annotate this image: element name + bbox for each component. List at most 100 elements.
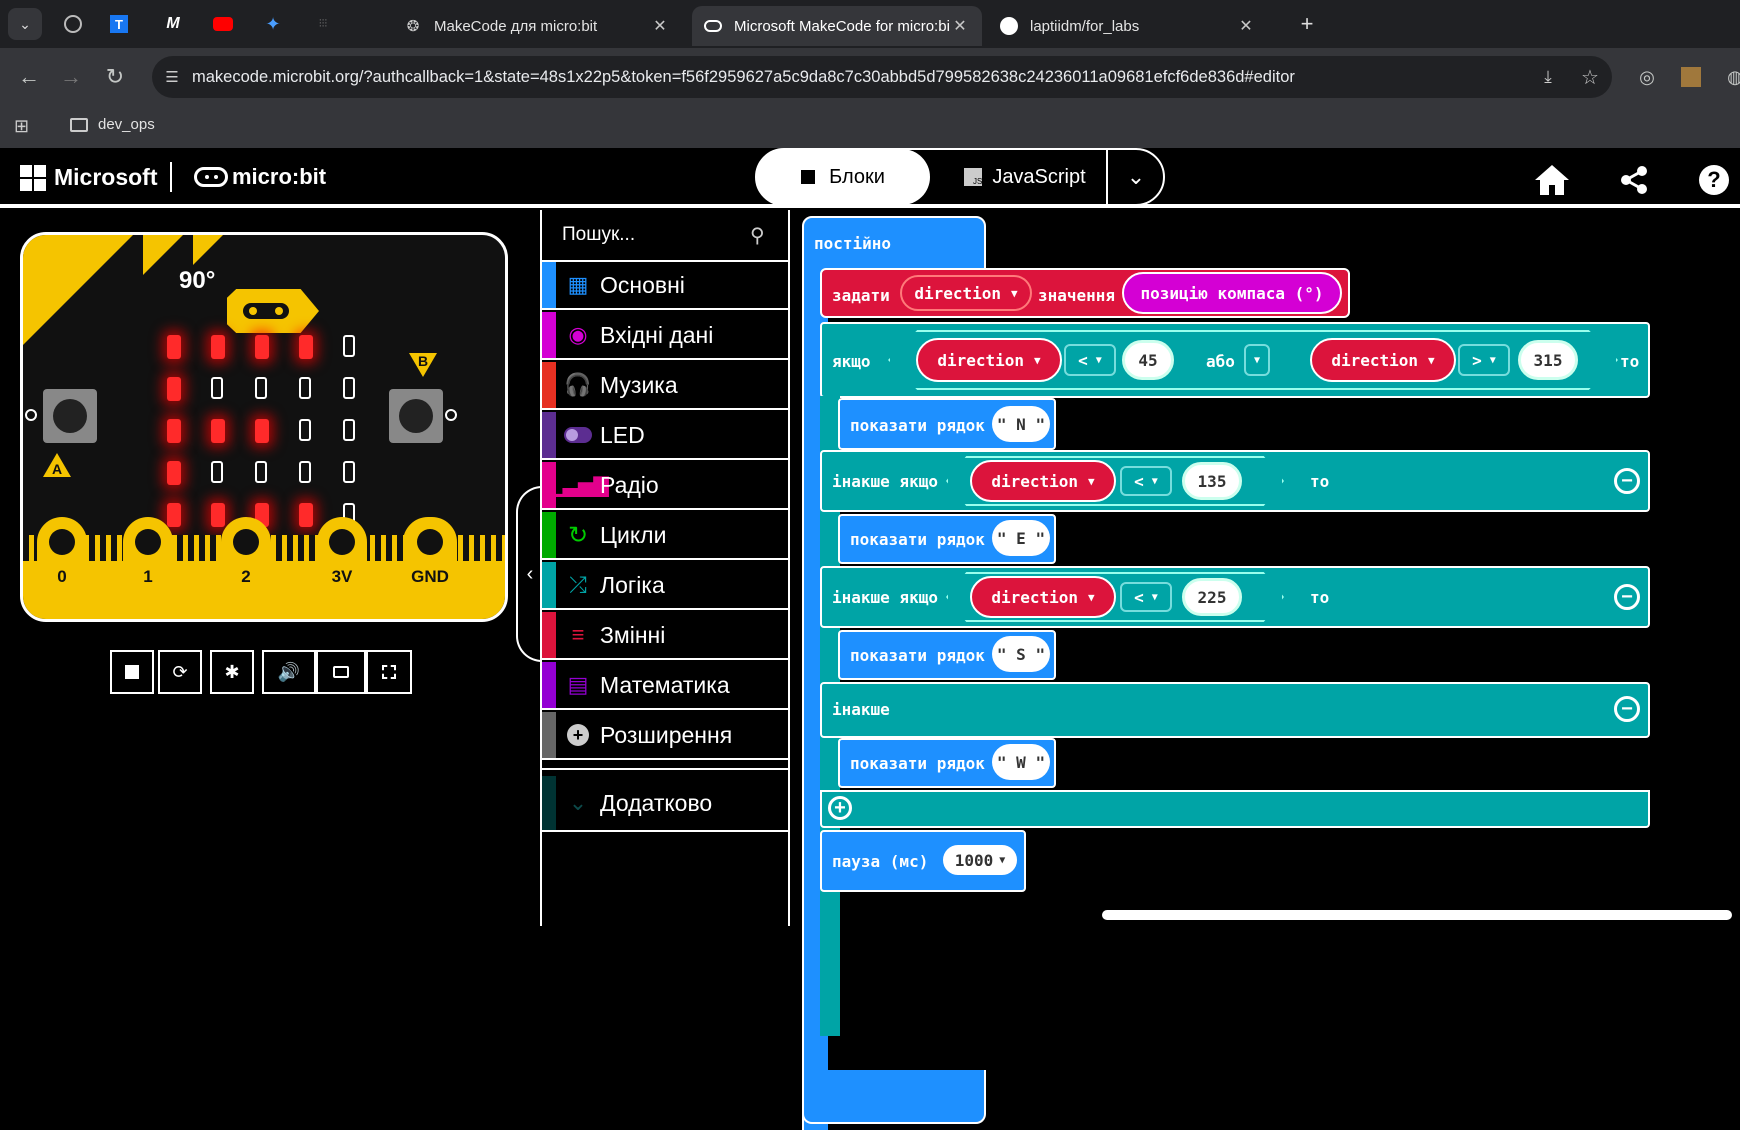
apps-grid-icon[interactable]: ⊞ [14,116,29,137]
collapse-simulator-handle[interactable]: ‹ [516,486,542,662]
string-input[interactable]: " E " [992,520,1050,556]
string-input[interactable]: " N " [992,406,1050,442]
compare-op-dropdown[interactable]: < ▼ [1120,582,1172,612]
pause-duration-dropdown[interactable]: 1000 ▼ [940,842,1020,878]
profile-extension-button[interactable] [1676,62,1706,92]
remove-clause-button[interactable]: − [1614,584,1640,610]
tab-makecode-active[interactable]: Microsoft MakeCode for micro:bit ✕ [692,6,982,46]
bookmark-folder[interactable]: dev_ops [70,116,155,133]
screenshot-button[interactable] [316,650,366,694]
category-led[interactable]: LED [542,412,790,460]
category-variables[interactable]: ≡ Змінні [542,612,790,660]
tab-blocks[interactable]: Блоки [756,149,930,205]
minus-icon: − [1621,586,1633,608]
blocks-workspace[interactable]: постійно задати direction ▼ значення пози… [792,210,1740,1130]
close-icon[interactable]: ✕ [950,16,970,36]
microbit-logo[interactable]: micro:bit [194,164,326,190]
compare-op-dropdown[interactable]: < ▼ [1120,466,1172,496]
else-clause[interactable] [820,682,1650,738]
button-b[interactable] [389,389,443,443]
mute-button[interactable]: 🔊 [262,650,316,694]
restart-button[interactable]: ⟳ [158,650,202,694]
compare-op-dropdown[interactable]: > ▼ [1458,344,1510,376]
category-radio[interactable]: ▁▃▅▇ Радіо [542,462,790,510]
url-text[interactable]: makecode.microbit.org/?authcallback=1&st… [192,68,1528,87]
category-music[interactable]: 🎧 Музика [542,362,790,410]
microsoft-logo[interactable]: Microsoft [20,164,158,191]
pinned-tab-gemini[interactable]: ✦ [256,8,290,40]
category-loops[interactable]: ↻ Цикли [542,512,790,560]
workspace-horizontal-scrollbar[interactable] [1102,910,1732,920]
plus-circle-icon: + [556,724,600,746]
tab-github[interactable]: laptiidm/for_labs ✕ [988,6,1268,46]
variable-reporter[interactable]: direction ▼ [970,576,1116,618]
number-input[interactable]: 135 [1182,462,1242,500]
toolbox-search[interactable]: Пошук... ⚲ [542,210,790,262]
tab-javascript[interactable]: JS JavaScript [950,149,1100,205]
help-button[interactable]: ? [1694,160,1734,200]
category-logic[interactable]: ⤮ Логіка [542,562,790,610]
search-icon[interactable]: ⚲ [750,223,790,248]
reload-button[interactable]: ↻ [100,62,130,92]
youtube-icon [213,17,233,31]
category-math[interactable]: ▤ Математика [542,662,790,710]
pin-0[interactable]: 0 [37,517,87,607]
tab-search-button[interactable]: ⌄ [8,8,42,40]
new-tab-button[interactable]: + [1290,8,1324,40]
pinned-tab-youtube[interactable] [206,8,240,40]
compare-op-dropdown[interactable]: < ▼ [1064,344,1116,376]
variable-reporter[interactable]: direction ▼ [970,460,1116,502]
button-a[interactable] [43,389,97,443]
microbit-board[interactable]: 90° A B 0 1 2 3V GND [20,232,508,622]
number-input[interactable]: 315 [1518,340,1578,380]
category-advanced[interactable]: ⌄ Додатково [542,776,790,832]
star-icon[interactable]: ☆ [1568,65,1612,90]
compass-heading-block[interactable]: позицію компаса (°) [1122,272,1342,314]
stop-button[interactable] [110,650,154,694]
debug-button[interactable]: ✱ [210,650,254,694]
number-input[interactable]: 225 [1182,578,1242,616]
pin-1[interactable]: 1 [123,517,173,607]
pinned-tab-cisco[interactable]: ⫶⫶⫶ [306,8,340,40]
back-button[interactable]: ← [14,62,44,92]
tab-javascript-label: JavaScript [992,165,1086,188]
install-icon[interactable]: ⤓ [1528,67,1568,87]
close-icon[interactable]: ✕ [1236,16,1256,36]
fullscreen-button[interactable] [366,650,412,694]
add-clause-button[interactable]: + [828,796,852,820]
pin-2[interactable]: 2 [221,517,271,607]
led [343,419,355,441]
microbit-logo-touch[interactable] [227,289,319,333]
address-bar[interactable]: ☰ makecode.microbit.org/?authcallback=1&… [152,56,1612,98]
minus-icon: − [1621,698,1633,720]
category-basic[interactable]: ▦ Основні [542,262,790,310]
remove-clause-button[interactable]: − [1614,696,1640,722]
pinned-tab-t[interactable]: T [102,8,136,40]
category-extensions[interactable]: + Розширення [542,712,790,760]
remove-clause-button[interactable]: − [1614,468,1640,494]
pinned-tab-m[interactable]: M [156,8,190,40]
variable-dropdown[interactable]: direction ▼ [900,275,1032,311]
share-button[interactable] [1614,160,1654,200]
search-input[interactable]: Пошук... [562,224,750,246]
pin-gnd[interactable]: GND [403,517,457,607]
site-info-icon[interactable]: ☰ [152,68,192,86]
number-input[interactable]: 45 [1122,340,1174,380]
pinned-tab-globe[interactable] [56,8,90,40]
else-label: інакше [832,700,890,719]
led [255,419,269,443]
tab-makecode-ua[interactable]: ❂ MakeCode для micro:bit ✕ [392,6,682,46]
language-dropdown[interactable]: ⌄ [1106,149,1164,205]
pin-3v[interactable]: 3V [317,517,367,607]
home-button[interactable] [1532,160,1572,200]
close-icon[interactable]: ✕ [650,16,670,36]
or-dropdown[interactable]: ▼ [1244,344,1270,376]
string-input[interactable]: " S " [992,636,1050,672]
variable-reporter[interactable]: direction ▼ [916,338,1062,382]
extension-button[interactable]: ◎ [1632,62,1662,92]
variable-reporter[interactable]: direction ▼ [1310,338,1456,382]
globe-extension-button[interactable]: ◍ [1720,62,1740,92]
category-input[interactable]: ◉ Вхідні дані [542,312,790,360]
forward-button[interactable]: → [56,62,86,92]
string-input[interactable]: " W " [992,744,1050,780]
